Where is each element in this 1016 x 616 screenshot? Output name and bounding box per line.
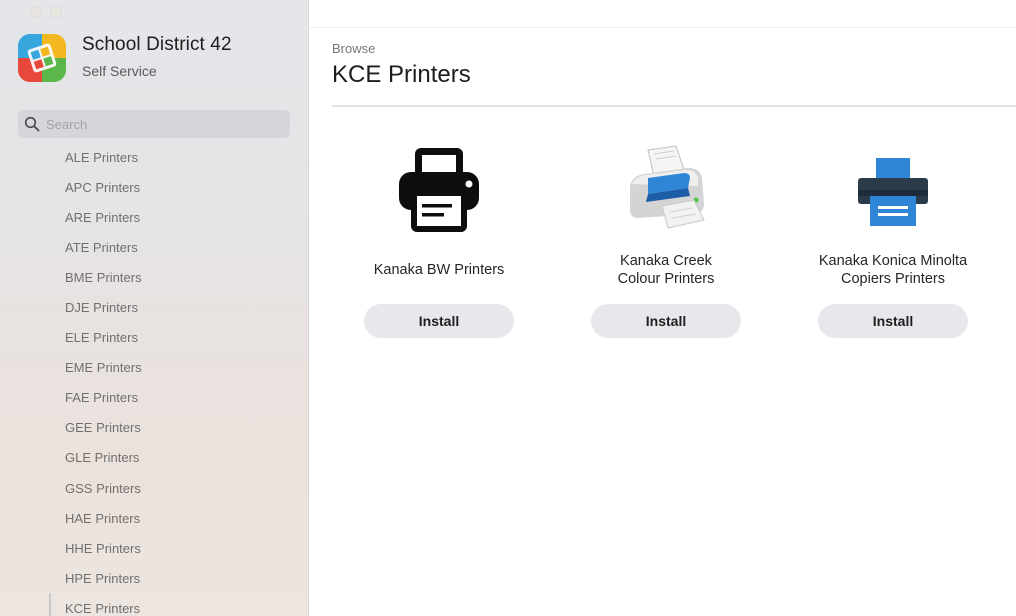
sidebar-item-are[interactable]: ARE Printers — [0, 202, 308, 232]
sidebar-item-label: KCE Printers — [65, 600, 141, 616]
selection-indicator — [49, 593, 51, 616]
install-button[interactable]: Install — [591, 304, 741, 338]
page-title: KCE Printers — [332, 61, 471, 88]
category-list: ALE Printers APC Printers ARE Printers A… — [0, 142, 308, 616]
item-name-text: Kanaka Konica Minolta Copiers Printers — [818, 253, 968, 287]
item-card: Kanaka Creek Colour Printers Install — [566, 140, 766, 338]
item-name: Kanaka Creek Colour Printers — [566, 250, 766, 290]
sidebar-item-ale[interactable]: ALE Printers — [0, 142, 308, 172]
sidebar-item-gle[interactable]: GLE Printers — [0, 443, 308, 473]
sidebar-item-hae[interactable]: HAE Printers — [0, 503, 308, 533]
item-card: Kanaka Konica Minolta Copiers Printers I… — [793, 140, 993, 338]
search-input[interactable] — [46, 116, 276, 132]
item-name: Kanaka Konica Minolta Copiers Printers — [793, 250, 993, 290]
brand-title: School District 42 — [82, 34, 232, 55]
sidebar-item-dje[interactable]: DJE Printers — [0, 292, 308, 322]
sidebar-item-bme[interactable]: BME Printers — [0, 262, 308, 292]
brand-header: School District 42 Self Service — [16, 30, 232, 84]
printer-blue-icon — [793, 140, 993, 240]
window-controls — [30, 6, 62, 18]
printer-black-icon — [339, 140, 539, 240]
sidebar-item-ate[interactable]: ATE Printers — [0, 232, 308, 262]
sidebar-item-apc[interactable]: APC Printers — [0, 172, 308, 202]
search-icon — [24, 116, 40, 132]
install-button[interactable]: Install — [364, 304, 514, 338]
app-window: School District 42 Self Service ALE Prin… — [0, 0, 1016, 616]
sidebar-item-gss[interactable]: GSS Printers — [0, 473, 308, 503]
main-content: Browse KCE Printers Kanaka BW Printers I… — [310, 0, 1016, 616]
search-box[interactable] — [18, 110, 290, 138]
sidebar-item-ele[interactable]: ELE Printers — [0, 323, 308, 353]
item-name: Kanaka BW Printers — [373, 262, 505, 278]
app-logo-icon — [16, 30, 68, 84]
printer-color-icon — [566, 140, 766, 240]
sidebar-item-eme[interactable]: EME Printers — [0, 353, 308, 383]
close-window-button[interactable] — [30, 6, 42, 18]
toolbar — [310, 0, 1016, 28]
brand-subtitle: Self Service — [82, 63, 157, 79]
sidebar-item-hpe[interactable]: HPE Printers — [0, 563, 308, 593]
install-button[interactable]: Install — [818, 304, 968, 338]
sidebar-item-kce[interactable]: KCE Printers — [0, 593, 308, 616]
breadcrumb[interactable]: Browse — [332, 41, 375, 56]
item-card: Kanaka BW Printers Install — [339, 140, 539, 338]
item-name-text: Kanaka Creek Colour Printers — [617, 253, 715, 287]
sidebar-item-hhe[interactable]: HHE Printers — [0, 533, 308, 563]
sidebar-item-gee[interactable]: GEE Printers — [0, 413, 308, 443]
minimize-window-button[interactable] — [50, 6, 62, 18]
sidebar: School District 42 Self Service ALE Prin… — [0, 0, 309, 616]
divider — [332, 105, 1016, 107]
sidebar-item-fae[interactable]: FAE Printers — [0, 383, 308, 413]
